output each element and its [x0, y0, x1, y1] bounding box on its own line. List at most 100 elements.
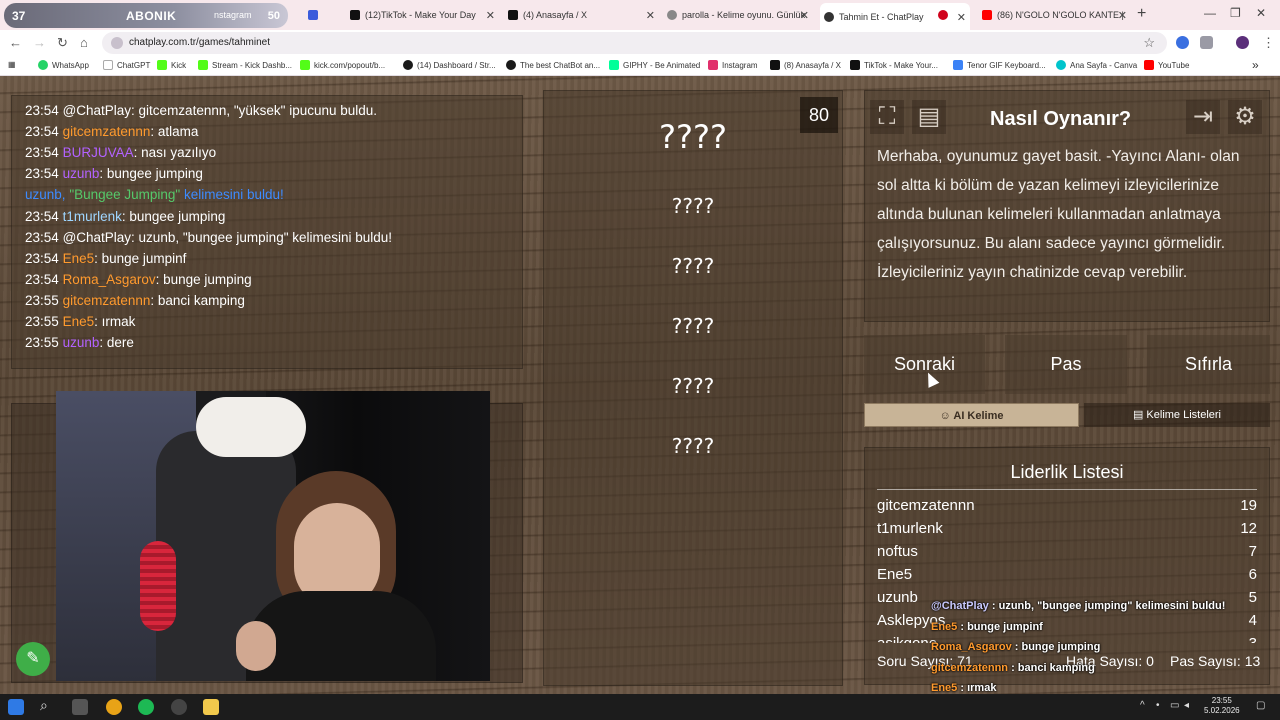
- exit-icon[interactable]: ⇥: [1186, 100, 1220, 134]
- pass-button[interactable]: Pas: [1005, 335, 1127, 394]
- apps-grid-icon[interactable]: ▦: [8, 60, 16, 69]
- youtube-icon: [982, 10, 992, 20]
- bookmark-star-icon[interactable]: ☆: [1143, 35, 1155, 51]
- obs-icon[interactable]: [171, 699, 187, 715]
- bookmark-youtube[interactable]: YouTube: [1144, 60, 1189, 70]
- menu-kebab-icon[interactable]: ⋮: [1262, 35, 1275, 51]
- restore-icon[interactable]: ❐: [1230, 6, 1241, 20]
- bookmark-label: Tenor GIF Keyboard...: [967, 60, 1046, 70]
- pass-count: Pas Sayısı: 13: [1170, 653, 1261, 669]
- url-text[interactable]: chatplay.com.tr/games/tahminet: [129, 37, 270, 48]
- close-tab-icon[interactable]: ✕: [800, 9, 809, 22]
- home-icon[interactable]: ⌂: [80, 35, 88, 50]
- close-window-icon[interactable]: ✕: [1256, 6, 1266, 20]
- bookmark-tenor[interactable]: Tenor GIF Keyboard...: [953, 60, 1046, 70]
- fullscreen-icon[interactable]: ⛶: [870, 100, 904, 134]
- bookmark-dashboard[interactable]: (14) Dashboard / Str...: [403, 60, 496, 70]
- more-bookmarks-icon[interactable]: »: [1252, 58, 1259, 72]
- edit-pencil-icon[interactable]: ✎: [16, 642, 50, 676]
- address-bar[interactable]: chatplay.com.tr/games/tahminet ☆: [102, 32, 1167, 54]
- forward-icon[interactable]: →: [33, 35, 46, 50]
- settings-gear-icon[interactable]: ⚙: [1228, 100, 1262, 134]
- chat-username[interactable]: @ChatPlay: [63, 230, 131, 245]
- bookmark-kick[interactable]: Kick: [157, 60, 186, 70]
- back-icon[interactable]: ←: [9, 35, 22, 50]
- tab-6[interactable]: (86) N'GOLO N'GOLO KANTE | ✕: [982, 4, 1127, 26]
- tray-chevron-icon[interactable]: ^: [1140, 700, 1145, 711]
- ai-word-button[interactable]: ☺ AI Kelime: [864, 403, 1079, 427]
- chat-username[interactable]: Ene5: [63, 314, 95, 329]
- volume-icon[interactable]: ◂: [1184, 700, 1189, 711]
- bookmark-label: (8) Anasayfa / X: [784, 60, 841, 70]
- navigation-bar: ← → ↻ ⌂ chatplay.com.tr/games/tahminet ☆…: [0, 30, 1280, 56]
- clock-date: 5.02.2026: [1204, 706, 1240, 715]
- extensions-puzzle-icon[interactable]: [1200, 36, 1213, 49]
- bookmark-kick-dashboard[interactable]: Stream - Kick Dashb...: [198, 60, 292, 70]
- chat-text: : bunge jumping: [155, 272, 252, 287]
- chat-time: 23:54: [25, 124, 59, 139]
- profile-avatar-icon[interactable]: [1236, 36, 1249, 49]
- overlay-text: : bunge jumpinf: [960, 620, 1043, 633]
- tab-0[interactable]: [308, 4, 336, 26]
- tab-title: (12)TikTok - Make Your Day: [365, 10, 476, 20]
- notifications-icon[interactable]: ▢: [1256, 700, 1265, 711]
- clock-time: 23:55: [1211, 696, 1232, 705]
- chat-username[interactable]: Ene5: [63, 251, 95, 266]
- chat-message: 23:54 t1murlenk: bungee jumping: [25, 209, 225, 224]
- system-clock[interactable]: 23:55 5.02.2026: [1204, 696, 1240, 716]
- bookmark-x[interactable]: (8) Anasayfa / X: [770, 60, 841, 70]
- bookmark-chatgpt[interactable]: ChatGPT: [103, 60, 150, 70]
- bookmark-chatbot[interactable]: The best ChatBot an...: [506, 60, 600, 70]
- network-icon[interactable]: ▭: [1170, 700, 1179, 711]
- new-tab-icon[interactable]: +: [1137, 5, 1146, 23]
- bookmark-tiktok[interactable]: TikTok - Make Your...: [850, 60, 938, 70]
- tab-5[interactable]: [938, 4, 958, 26]
- leaderboard-row: noftus 7: [877, 543, 1257, 563]
- minimize-icon[interactable]: —: [1204, 6, 1216, 20]
- task-view-icon[interactable]: [72, 699, 88, 715]
- chat-username[interactable]: uzunb,: [25, 187, 66, 202]
- word-lists-button[interactable]: ▤ Kelime Listeleri: [1084, 403, 1270, 427]
- close-tab-icon[interactable]: ✕: [1118, 9, 1127, 22]
- spotify-icon[interactable]: [138, 699, 154, 715]
- chat-username[interactable]: t1murlenk: [63, 209, 122, 224]
- close-tab-icon[interactable]: ✕: [957, 11, 966, 24]
- site-info-icon[interactable]: [111, 37, 123, 49]
- bookmark-label: Stream - Kick Dashb...: [212, 60, 293, 70]
- bookmark-kick-popout[interactable]: kick.com/popout/b...: [300, 60, 385, 70]
- chat-username[interactable]: @ChatPlay: [63, 103, 131, 118]
- chat-username[interactable]: uzunb: [63, 166, 100, 181]
- chrome-icon[interactable]: [106, 699, 122, 715]
- extension-icon[interactable]: [1176, 36, 1189, 49]
- chat-username[interactable]: BURJUVAA: [63, 145, 134, 160]
- chat-text: : nası yazılıyo: [133, 145, 217, 160]
- bookmark-giphy[interactable]: GIPHY - Be Animated: [609, 60, 700, 70]
- windows-start-icon[interactable]: [8, 699, 24, 715]
- chat-username[interactable]: uzunb: [63, 335, 100, 350]
- bookmark-instagram[interactable]: Instagram: [708, 60, 758, 70]
- tab-3[interactable]: parolla - Kelime oyunu. Günlük ✕: [667, 4, 809, 26]
- chat-time: 23:54: [25, 251, 59, 266]
- chatbot-icon: [506, 60, 516, 70]
- close-tab-icon[interactable]: ✕: [486, 9, 495, 22]
- chat-message: 23:54 Ene5: bunge jumpinf: [25, 251, 186, 266]
- x-icon: [508, 10, 518, 20]
- microphone-icon[interactable]: •: [1156, 700, 1160, 711]
- bookmark-canva[interactable]: Ana Sayfa - Canva: [1056, 60, 1137, 70]
- chat-username[interactable]: gitcemzatennn: [63, 293, 151, 308]
- chat-username[interactable]: Roma_Asgarov: [63, 272, 156, 287]
- close-tab-icon[interactable]: ✕: [646, 9, 655, 22]
- app-icon[interactable]: [203, 699, 219, 715]
- chat-text: : bungee jumping: [121, 209, 226, 224]
- chat-username[interactable]: gitcemzatennn: [63, 124, 151, 139]
- bookmark-whatsapp[interactable]: WhatsApp: [38, 60, 89, 70]
- chat-time: 23:54: [25, 272, 59, 287]
- search-icon[interactable]: ⌕: [40, 697, 48, 714]
- tab-1[interactable]: (12)TikTok - Make Your Day ✕: [350, 4, 495, 26]
- next-button[interactable]: Sonraki: [864, 335, 985, 394]
- document-icon[interactable]: ▤: [912, 100, 946, 134]
- tenor-icon: [953, 60, 963, 70]
- reload-icon[interactable]: ↻: [57, 35, 68, 51]
- tab-2[interactable]: (4) Anasayfa / X ✕: [508, 4, 655, 26]
- reset-button[interactable]: Sıfırla: [1147, 335, 1270, 394]
